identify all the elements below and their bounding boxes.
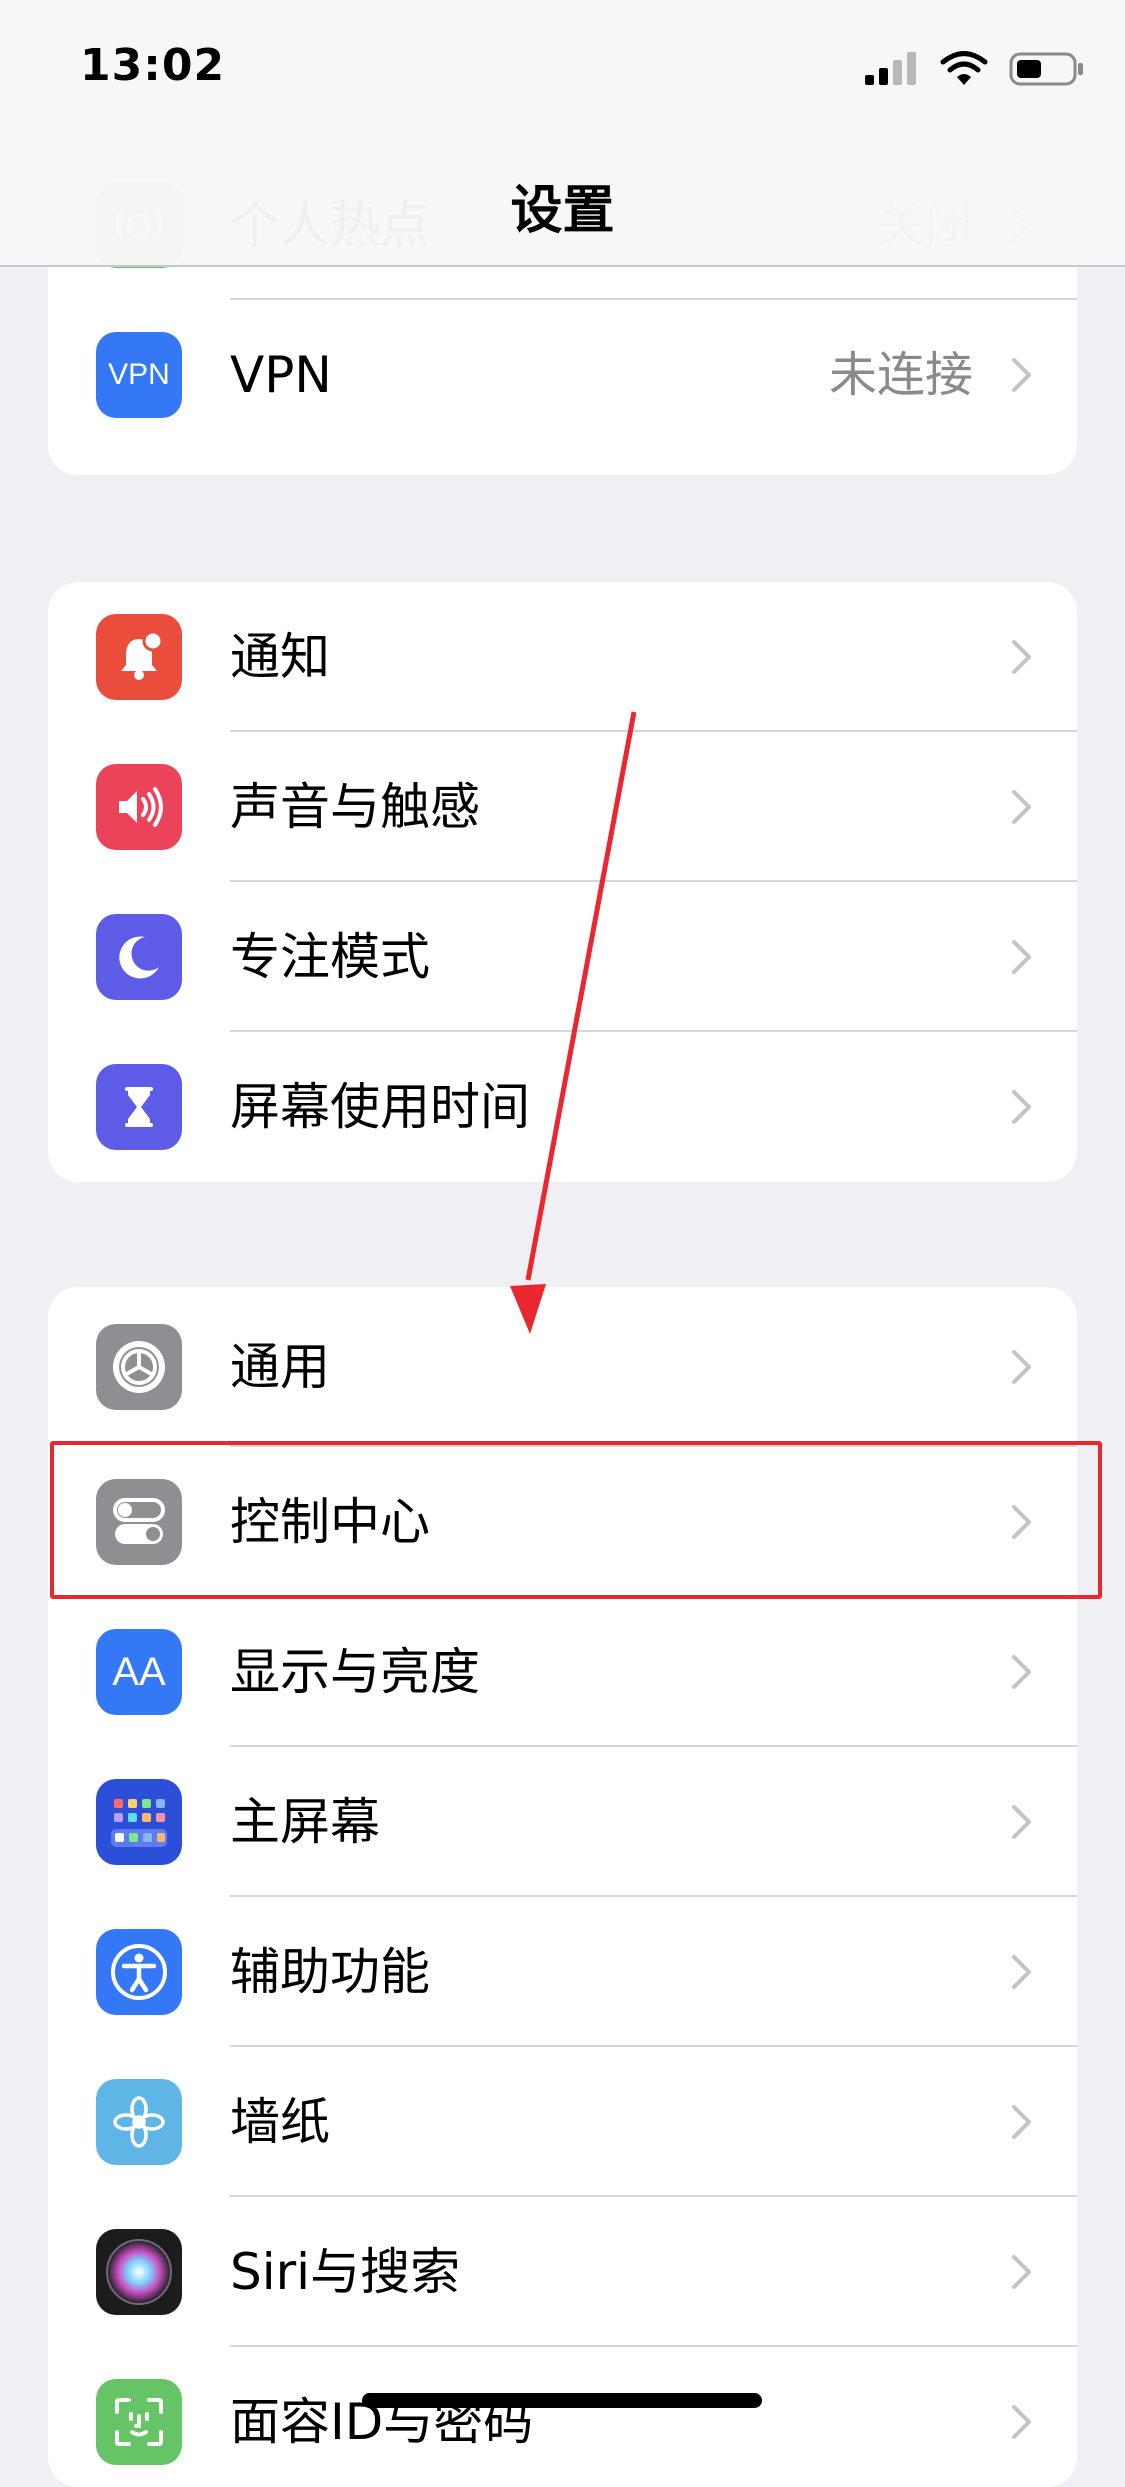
page-title: 设置: [510, 181, 615, 241]
home-indicator[interactable]: [362, 2393, 762, 2408]
status-bar: 13:02: [0, 0, 1125, 130]
annotation-arrow: [510, 711, 637, 1334]
wifi-icon: [940, 51, 988, 85]
status-icons: [863, 50, 1085, 88]
battery-icon: [1009, 52, 1083, 86]
cellular-signal-icon: [865, 52, 916, 85]
status-time: 13:02: [80, 40, 226, 91]
